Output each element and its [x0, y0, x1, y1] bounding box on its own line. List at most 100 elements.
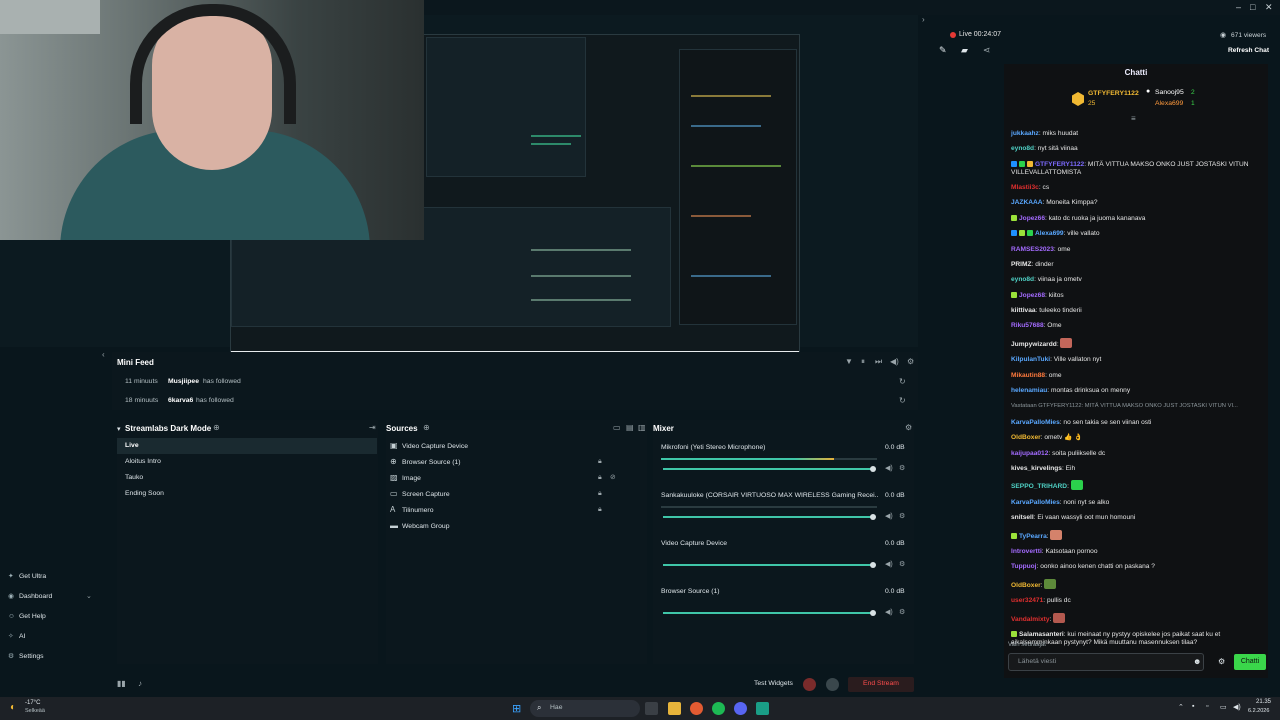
emoji-icon[interactable]: ☻ — [1193, 657, 1201, 666]
volume-slider-knob[interactable] — [870, 610, 876, 616]
channel-settings-gear-icon[interactable]: ⚙ — [899, 464, 905, 472]
skip-icon[interactable]: ⏭ — [875, 357, 882, 367]
volume-slider-knob[interactable] — [870, 562, 876, 568]
chat-username[interactable]: eyno8d — [1011, 276, 1034, 283]
scene-transition-icon[interactable]: ⇥ — [369, 423, 376, 432]
chat-username[interactable]: Alexa699 — [1035, 230, 1064, 237]
chat-username[interactable]: TyPearra — [1019, 533, 1047, 540]
minimize-button[interactable]: – — [1236, 2, 1241, 12]
share-icon[interactable]: ⋖ — [983, 45, 991, 56]
scene-item[interactable]: Ending Soon — [117, 486, 377, 502]
mute-icon[interactable]: ◀) — [885, 560, 893, 568]
chat-username[interactable]: OldBoxer — [1011, 582, 1041, 589]
collapse-gifters-icon[interactable]: ≡ — [1131, 114, 1136, 123]
chat-username[interactable]: kiittivaa — [1011, 307, 1036, 314]
test-widgets-button[interactable]: Test Widgets — [754, 680, 793, 687]
chat-username[interactable]: helenamiau — [1011, 387, 1047, 394]
chat-send-button[interactable]: Chatti — [1234, 654, 1266, 670]
chat-username[interactable]: user32471 — [1011, 597, 1043, 604]
chat-username[interactable]: kaijupaa012 — [1011, 450, 1048, 457]
mute-icon[interactable]: ◀) — [885, 512, 893, 520]
nav-settings[interactable]: ⚙ Settings — [8, 651, 44, 663]
speaker-icon[interactable]: ◀) — [1233, 703, 1241, 711]
tray-app-icon[interactable]: ▪ — [1192, 703, 1194, 710]
layout-icon[interactable]: ▭ — [613, 423, 621, 432]
add-source-icon[interactable]: ⊕ — [423, 423, 430, 432]
chat-username[interactable]: Jumpywizardd — [1011, 341, 1057, 348]
tray-chevron-icon[interactable]: ⌃ — [1178, 703, 1184, 711]
taskbar-search-box[interactable]: ⌕ Hae — [530, 700, 640, 717]
scene-collection-title[interactable]: Streamlabs Dark Mode — [125, 424, 211, 433]
chat-username[interactable]: OldBoxer — [1011, 434, 1041, 441]
folder-add-icon[interactable]: ▤ — [626, 423, 634, 432]
volume-slider[interactable] — [663, 516, 873, 518]
chat-username[interactable]: RAMSES2023 — [1011, 246, 1054, 253]
scene-item[interactable]: Live — [117, 438, 377, 454]
volume-slider[interactable] — [663, 564, 873, 566]
replay-icon[interactable]: ↻ — [899, 396, 906, 405]
chat-username[interactable]: Salamasanteri — [1019, 631, 1064, 638]
collapse-left-arrow-icon[interactable]: ‹ — [102, 350, 105, 359]
chat-username[interactable]: KilpulanTuki — [1011, 356, 1050, 363]
stats-icon[interactable]: ▮▮ — [117, 679, 126, 688]
scene-item[interactable]: Aloitus Intro — [117, 454, 377, 470]
weather-temp[interactable]: -17°C — [25, 700, 40, 706]
chat-username[interactable]: snitsell — [1011, 514, 1034, 521]
chat-username[interactable]: SEPPO_TRIHARD — [1011, 483, 1067, 490]
mute-icon[interactable]: ◀) — [885, 464, 893, 472]
task-view-icon[interactable] — [645, 702, 658, 715]
share-stream-icon[interactable]: ▰ — [961, 45, 968, 56]
volume-slider[interactable] — [663, 468, 873, 470]
tray-app-icon[interactable]: ▫ — [1206, 703, 1208, 710]
chevron-down-icon[interactable]: ⌄ — [86, 592, 92, 600]
spotify-icon[interactable] — [712, 702, 725, 715]
chat-settings-gear-icon[interactable]: ⚙ — [1218, 657, 1225, 666]
pause-icon[interactable]: ⏸ — [861, 357, 865, 367]
trash-icon[interactable]: ▥ — [638, 423, 646, 432]
volume-slider-knob[interactable] — [870, 514, 876, 520]
file-explorer-icon[interactable] — [668, 702, 681, 715]
add-scene-icon[interactable]: ⊕ — [213, 423, 220, 432]
refresh-chat-button[interactable]: Refresh Chat — [1228, 47, 1269, 54]
notifications-bell-icon[interactable]: ♪ — [138, 679, 142, 688]
scene-item[interactable]: Tauko — [117, 470, 377, 486]
collapse-right-arrow-icon[interactable]: › — [922, 15, 925, 24]
chat-username[interactable]: eyno8d — [1011, 145, 1034, 152]
replay-icon[interactable]: ↻ — [899, 377, 906, 386]
volume-icon[interactable]: ◀) — [890, 357, 899, 366]
source-item[interactable]: ▣ Video Capture Device — [386, 438, 642, 454]
chat-username[interactable]: PRIMZ — [1011, 261, 1032, 268]
volume-slider-knob[interactable] — [870, 466, 876, 472]
volume-slider[interactable] — [663, 612, 873, 614]
nav-ai[interactable]: ✧ AI — [8, 631, 25, 643]
streamlabs-icon[interactable] — [756, 702, 769, 715]
chat-username[interactable]: Mlastii3c — [1011, 184, 1039, 191]
chat-username[interactable]: GTFYFERY1122 — [1035, 161, 1084, 168]
settings-gear-icon[interactable]: ⚙ — [907, 357, 914, 366]
chat-username[interactable]: kives_kirvelings — [1011, 465, 1062, 472]
lock-icon[interactable]: 🔒︎ — [598, 454, 602, 470]
nav-get-help[interactable]: ☺ Get Help — [8, 611, 46, 623]
chat-username[interactable]: jukkaahz — [1011, 130, 1039, 137]
chat-username[interactable]: KarvaPalloMies — [1011, 419, 1060, 426]
record-button[interactable] — [803, 678, 816, 691]
channel-settings-gear-icon[interactable]: ⚙ — [899, 608, 905, 616]
windows-start-icon[interactable]: ⊞ — [512, 702, 521, 715]
source-item[interactable]: ▨ Image 🔒︎ ⊘ — [386, 470, 642, 486]
chat-username[interactable]: Jopez66 — [1019, 215, 1045, 222]
filter-icon[interactable]: ▼ — [845, 357, 853, 366]
lock-icon[interactable]: 🔒︎ — [598, 502, 602, 518]
chat-username[interactable]: Vandalmixty — [1011, 616, 1049, 623]
replay-buffer-button[interactable] — [826, 678, 839, 691]
chat-username[interactable]: Introvertti — [1011, 548, 1042, 555]
caret-down-icon[interactable]: ▾ — [117, 425, 121, 433]
close-button[interactable]: ✕ — [1265, 2, 1273, 13]
discord-icon[interactable] — [734, 702, 747, 715]
chat-username[interactable]: KarvaPalloMies — [1011, 499, 1060, 506]
nav-dashboard[interactable]: ◉ Dashboard — [8, 591, 52, 603]
channel-settings-gear-icon[interactable]: ⚙ — [899, 512, 905, 520]
nav-get-ultra[interactable]: ✦ Get Ultra — [8, 571, 46, 583]
maximize-button[interactable]: □ — [1250, 2, 1255, 12]
chat-username[interactable]: Mikautin88 — [1011, 372, 1045, 379]
chat-username[interactable]: Tuppuoj — [1011, 563, 1037, 570]
